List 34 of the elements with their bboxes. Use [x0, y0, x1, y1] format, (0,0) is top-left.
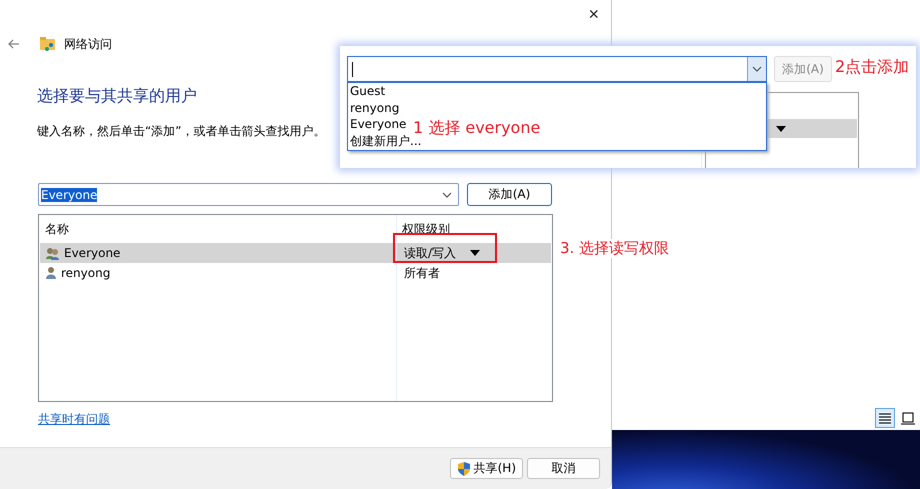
window-title: 网络访问 — [64, 36, 112, 52]
back-arrow-icon — [7, 38, 20, 50]
caret-icon — [776, 126, 786, 132]
dropdown-item[interactable]: renyong — [350, 100, 400, 116]
close-button[interactable]: × — [584, 4, 603, 22]
permission-level: 读取/写入 — [404, 244, 456, 262]
chevron-down-icon — [442, 192, 452, 198]
user-name: renyong — [61, 266, 110, 280]
dropdown-item[interactable]: Everyone — [350, 116, 406, 132]
list-view-icon — [878, 412, 892, 424]
user-icon — [45, 266, 57, 280]
shield-icon — [456, 462, 471, 476]
users-icon — [45, 246, 60, 260]
user-name: Everyone — [64, 246, 120, 260]
instruction-text: 键入名称，然后单击“添加”，或者单击箭头查找用户。 — [37, 123, 326, 140]
user-combo-box[interactable]: Everyone — [38, 183, 459, 206]
chevron-down-icon — [752, 66, 762, 72]
share-button[interactable]: 共享(H) — [450, 458, 523, 479]
text-cursor — [352, 62, 353, 76]
column-header: 名称 — [44, 220, 70, 238]
heading: 选择要与其共享的用户 — [37, 86, 197, 107]
add-button[interactable]: 添加(A) — [467, 183, 552, 206]
details-view-button[interactable] — [875, 408, 895, 428]
shared-folder-icon — [40, 37, 56, 51]
pane-view-icon — [901, 412, 915, 424]
user-row[interactable]: renyong 所有者 — [40, 263, 551, 283]
help-link[interactable]: 共享时有问题 — [38, 411, 110, 428]
cancel-button[interactable]: 取消 — [527, 458, 600, 479]
dropdown-item[interactable]: Guest — [350, 83, 386, 100]
user-combo-box[interactable] — [347, 56, 767, 82]
permission-level: 所有者 — [404, 264, 440, 282]
annotation-text: 2点击添加 — [835, 57, 910, 78]
annotation-text: 3. 选择读写权限 — [558, 239, 672, 258]
user-row[interactable]: Everyone 读取/写入 — [40, 243, 551, 263]
